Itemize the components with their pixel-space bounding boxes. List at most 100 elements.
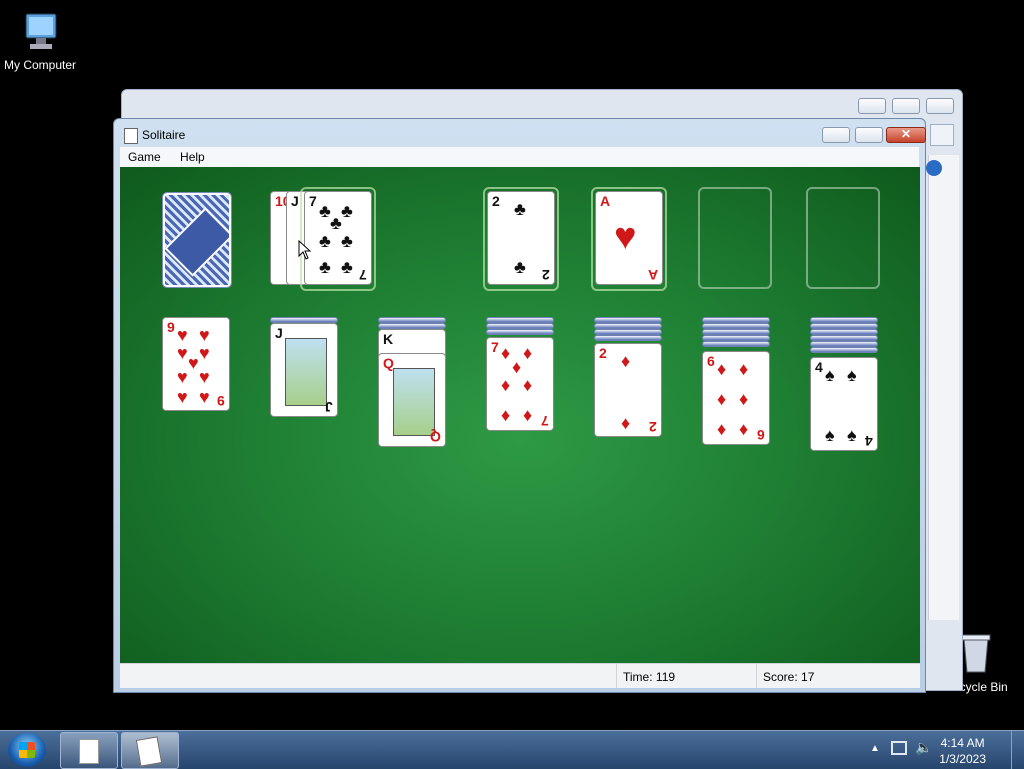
show-hidden-icons-icon[interactable]: ▲ xyxy=(870,743,880,754)
tableau-2-top[interactable]: J J xyxy=(270,323,338,417)
club-pip: ♣ xyxy=(319,257,331,277)
score-display: Score: 17 xyxy=(756,664,920,688)
solitaire-window[interactable]: Solitaire ✕ Game Help 10 J 7 ♣ ♣ ♣ ♣ ♣ ♣… xyxy=(113,118,926,693)
jack-face-art xyxy=(285,338,327,406)
close-button[interactable]: ✕ xyxy=(886,127,926,143)
spade-pip: ♠ xyxy=(825,365,835,385)
tableau-3-rank-bottom: Q xyxy=(430,429,441,445)
solitaire-app-icon xyxy=(124,128,138,144)
tableau-6-rank: 6 xyxy=(707,353,715,369)
diamond-pip: ♦ xyxy=(717,419,727,439)
diamond-pip: ♦ xyxy=(621,351,631,371)
diamond-pip: ♦ xyxy=(512,357,522,377)
heart-pip: ♥ xyxy=(188,353,199,373)
tableau-1-rank: 9 xyxy=(167,319,175,335)
tableau-3-top[interactable]: Q Q xyxy=(378,353,446,447)
score-label: Score: xyxy=(763,670,798,684)
waste-top-card[interactable]: 7 ♣ ♣ ♣ ♣ ♣ ♣ ♣ 7 xyxy=(304,191,372,285)
clock[interactable]: 4:14 AM 1/3/2023 xyxy=(939,735,986,767)
foundation-1-rank: 2 xyxy=(492,193,500,209)
diamond-pip: ♦ xyxy=(523,405,533,425)
taskbar-solitaire-button[interactable] xyxy=(121,732,179,769)
windows-logo-icon xyxy=(19,742,35,758)
clock-time: 4:14 AM xyxy=(940,736,985,750)
foundation-1-card[interactable]: 2 ♣ ♣ 2 xyxy=(487,191,555,285)
club-pip: ♣ xyxy=(514,199,526,219)
diamond-pip: ♦ xyxy=(717,359,727,379)
tableau-6-top[interactable]: 6 ♦ ♦ ♦ ♦ ♦ ♦ 6 xyxy=(702,351,770,445)
club-pip: ♣ xyxy=(341,257,353,277)
menu-bar: Game Help xyxy=(120,147,919,168)
heart-pip: ♥ xyxy=(199,325,210,345)
volume-icon[interactable]: 🔈 xyxy=(915,739,932,756)
diamond-pip: ♦ xyxy=(717,389,727,409)
heart-pip: ♥ xyxy=(177,387,188,407)
tableau-7-rank-bottom: 4 xyxy=(865,433,873,449)
waste-top-rank: 7 xyxy=(309,193,317,209)
diamond-pip: ♦ xyxy=(523,343,533,363)
tableau-4-rank: 7 xyxy=(491,339,499,355)
heart-pip: ♥ xyxy=(177,343,188,363)
tableau-4-top[interactable]: 7 ♦ ♦ ♦ ♦ ♦ ♦ ♦ 7 xyxy=(486,337,554,431)
tableau-7-hidden xyxy=(810,347,878,353)
tableau-6-hidden xyxy=(702,341,770,347)
tableau-5-rank: 2 xyxy=(599,345,607,361)
diamond-pip: ♦ xyxy=(501,375,511,395)
tableau-6-rank-bottom: 6 xyxy=(757,427,765,443)
time-label: Time: xyxy=(623,670,653,684)
foundation-2-card[interactable]: A ♥ A xyxy=(595,191,663,285)
mouse-cursor-icon xyxy=(298,239,312,265)
taskbar-explorer-button[interactable] xyxy=(60,732,118,769)
waste-card-j-rank: J xyxy=(291,193,299,209)
bg-maximize-button[interactable] xyxy=(892,98,920,114)
maximize-button[interactable] xyxy=(855,127,883,143)
document-icon xyxy=(79,739,99,764)
tableau-7-rank: 4 xyxy=(815,359,823,375)
tableau-2-rank: J xyxy=(275,325,283,341)
score-value: 17 xyxy=(801,670,815,684)
tableau-5-hidden xyxy=(594,335,662,341)
tableau-5-rank-bottom: 2 xyxy=(649,419,657,435)
taskbar: ▲ 🔈 4:14 AM 1/3/2023 xyxy=(0,730,1024,769)
menu-game[interactable]: Game xyxy=(120,147,169,164)
help-icon[interactable] xyxy=(926,160,942,176)
club-pip: ♣ xyxy=(341,201,353,221)
show-desktop-button[interactable] xyxy=(1011,731,1024,769)
search-icon[interactable] xyxy=(930,124,954,146)
foundation-3-empty[interactable] xyxy=(698,187,772,289)
bg-close-button[interactable] xyxy=(926,98,954,114)
heart-pip: ♥ xyxy=(199,343,210,363)
bg-window-panel xyxy=(928,155,959,620)
tableau-5-top[interactable]: 2 ♦ ♦ 2 xyxy=(594,343,662,437)
network-icon[interactable] xyxy=(891,741,907,755)
bg-minimize-button[interactable] xyxy=(858,98,886,114)
tableau-7-top[interactable]: 4 ♠ ♠ ♠ ♠ 4 xyxy=(810,357,878,451)
spade-pip: ♠ xyxy=(825,425,835,445)
window-title: Solitaire xyxy=(142,128,186,142)
time-value: 119 xyxy=(655,670,676,684)
tableau-1-top[interactable]: 9 ♥ ♥ ♥ ♥ ♥ ♥ ♥ ♥ ♥ 9 xyxy=(162,317,230,411)
heart-pip: ♥ xyxy=(199,387,210,407)
menu-help[interactable]: Help xyxy=(172,147,213,164)
tableau-4-hidden xyxy=(486,329,554,335)
heart-pip: ♥ xyxy=(614,216,637,258)
club-pip: ♣ xyxy=(330,213,342,233)
diamond-pip: ♦ xyxy=(621,413,631,433)
clock-date: 1/3/2023 xyxy=(939,752,986,766)
foundation-2-rank-bottom: A xyxy=(647,267,658,283)
start-button[interactable] xyxy=(8,733,46,767)
my-computer-icon[interactable]: My Computer xyxy=(0,10,80,72)
diamond-pip: ♦ xyxy=(739,389,749,409)
waste-top-rank-bottom: 7 xyxy=(359,267,367,283)
minimize-button[interactable] xyxy=(822,127,850,143)
spade-pip: ♠ xyxy=(847,365,857,385)
club-pip: ♣ xyxy=(514,257,526,277)
heart-pip: ♥ xyxy=(199,367,210,387)
foundation-4-empty[interactable] xyxy=(806,187,880,289)
diamond-pip: ♦ xyxy=(523,375,533,395)
game-board[interactable]: 10 J 7 ♣ ♣ ♣ ♣ ♣ ♣ ♣ 7 2 ♣ ♣ 2 A ♥ A 9 ♥… xyxy=(120,167,920,663)
tableau-3-king-rank: K xyxy=(383,331,394,347)
close-icon: ✕ xyxy=(901,127,912,141)
stock-pile[interactable] xyxy=(162,192,232,288)
club-pip: ♣ xyxy=(319,231,331,251)
